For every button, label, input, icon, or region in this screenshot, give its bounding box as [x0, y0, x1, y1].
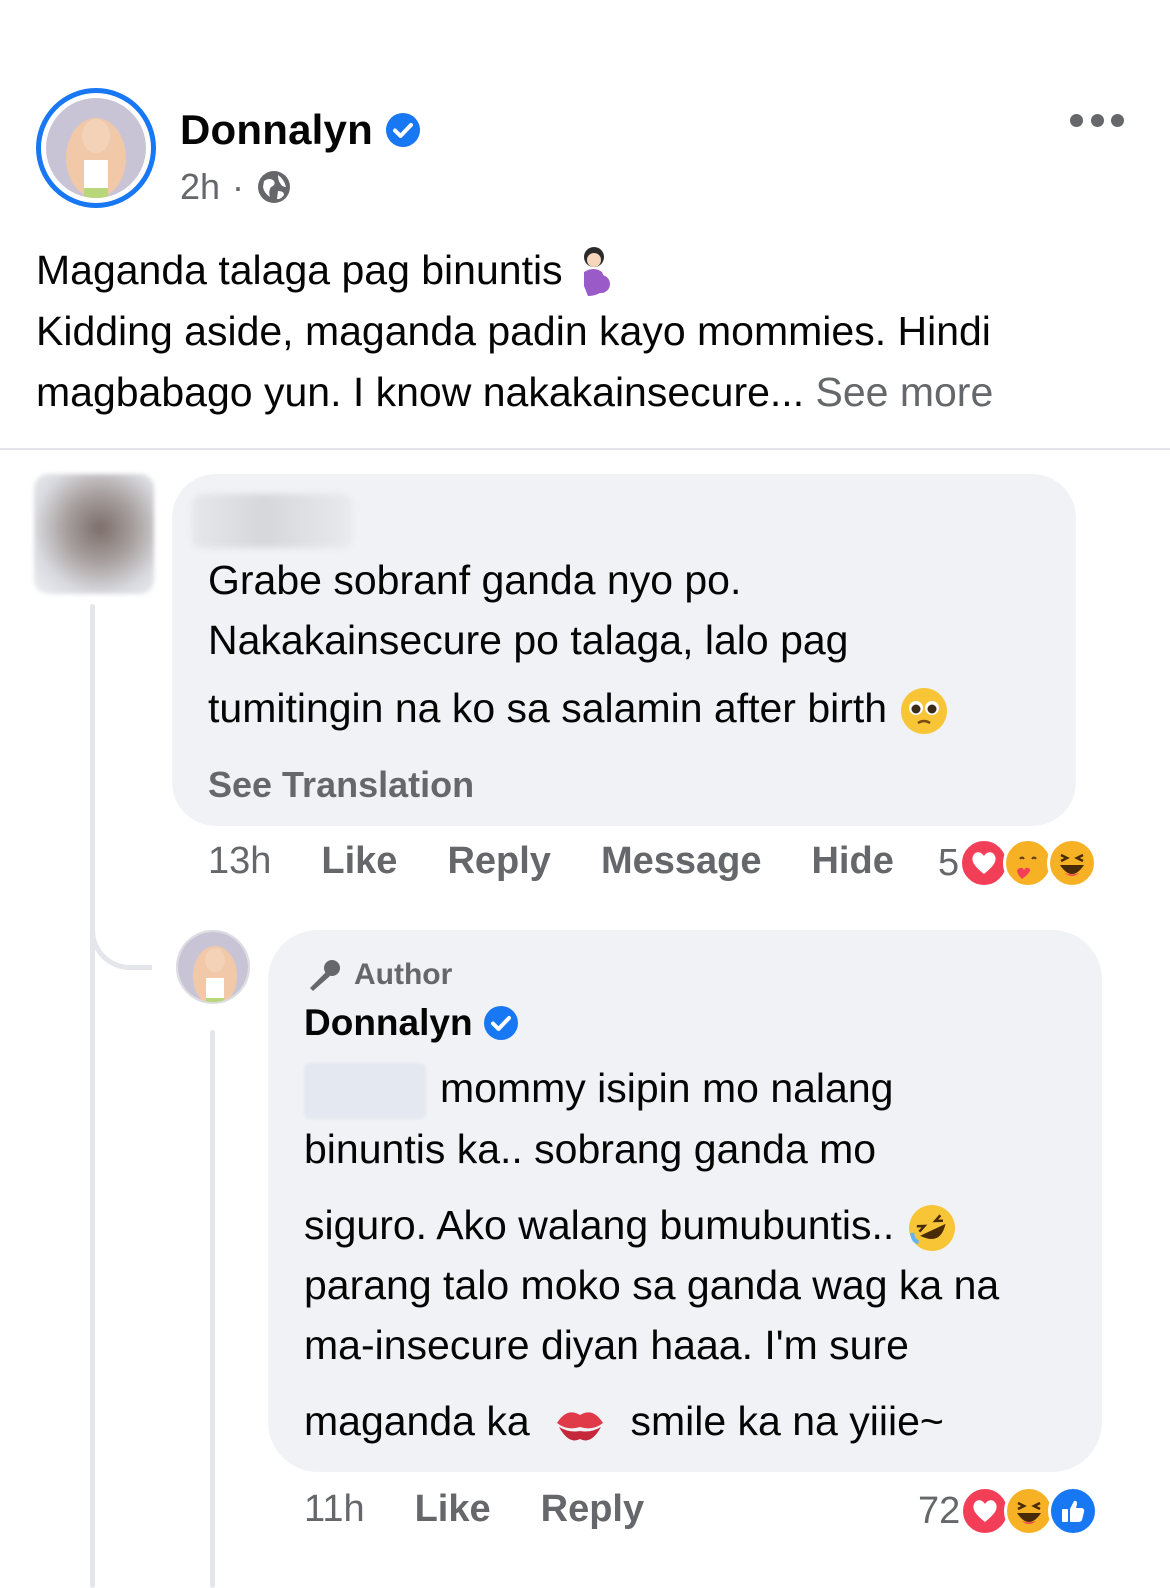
haha-reaction-icon: [1004, 1486, 1055, 1536]
meta-separator: ·: [232, 166, 245, 207]
reply-text: mommy isipin mo nalang binuntis ka.. sob…: [304, 1058, 999, 1451]
reply-text-line-2: binuntis ka.. sobrang ganda mo: [304, 1126, 877, 1173]
comment-reaction-count[interactable]: 5: [938, 842, 959, 885]
globe-icon: [258, 171, 291, 203]
reply-time[interactable]: 11h: [304, 1488, 365, 1531]
post-body: Maganda talaga pag binuntis Kidding asid…: [36, 240, 1136, 423]
comment-actions: 13h Like Reply Message Hide: [208, 840, 944, 883]
reply-author-name-text[interactable]: Donnalyn: [304, 1002, 473, 1044]
pleading-face-emoji-icon: [900, 688, 947, 735]
kiss-mark-emoji-icon: [557, 1412, 604, 1441]
microphone-icon: [310, 960, 340, 991]
commenter-avatar-blurred[interactable]: [34, 474, 154, 594]
author-badge-label: Author: [354, 958, 453, 991]
reply-author-name[interactable]: Donnalyn: [304, 1002, 519, 1044]
post-text-line-3-wrap: magbabago yun. I know nakakainsecure... …: [36, 362, 1136, 423]
comment-text-line-1: Grabe sobranf ganda nyo po.: [208, 557, 742, 603]
reply-like-button[interactable]: Like: [415, 1488, 491, 1531]
comment-like-button[interactable]: Like: [321, 840, 397, 883]
reply-reply-button[interactable]: Reply: [541, 1488, 644, 1531]
profile-photo: [46, 98, 146, 198]
reply-text-line-6a: maganda ka: [304, 1398, 530, 1445]
post-text-line: Maganda talaga pag binuntis: [36, 240, 1136, 301]
reply-text-line-6-wrap: maganda ka smile ka na yiiie~: [304, 1391, 999, 1451]
reply-actions: 11h Like Reply: [304, 1488, 694, 1531]
care-reaction-icon: [1003, 838, 1054, 888]
comment-reactions[interactable]: 5: [938, 838, 1098, 888]
thread-connector: [90, 900, 152, 970]
comment-message-button[interactable]: Message: [601, 840, 762, 883]
reply-reaction-count[interactable]: 72: [918, 1490, 960, 1533]
comment-reply-button[interactable]: Reply: [447, 840, 550, 883]
reply-text-line-6b: smile ka na yiiie~: [630, 1398, 944, 1445]
post-meta: 2h ·: [180, 166, 292, 208]
comment-text: Grabe sobranf ganda nyo po. Nakakainsecu…: [208, 550, 949, 738]
divider: [0, 448, 1170, 450]
reply-text-line-3: siguro. Ako walang bumubuntis..: [304, 1202, 895, 1249]
thread-line: [90, 604, 95, 1588]
reply-author-avatar[interactable]: [176, 930, 250, 1004]
verified-badge-icon: [483, 1006, 518, 1040]
reply-text-line-1-wrap: mommy isipin mo nalang: [304, 1058, 999, 1120]
verified-badge-icon: [385, 113, 420, 147]
comment-time[interactable]: 13h: [208, 840, 271, 883]
love-reaction-icon: [959, 838, 1010, 888]
more-options-icon[interactable]: [1070, 110, 1124, 130]
post-text-line-2: Kidding aside, maganda padin kayo mommie…: [36, 308, 991, 354]
reply-text-line-5: ma-insecure diyan haaa. I'm sure: [304, 1322, 909, 1369]
mention-blurred[interactable]: [304, 1063, 426, 1120]
author-name-text[interactable]: Donnalyn: [180, 106, 373, 154]
commenter-name-blurred[interactable]: [192, 494, 352, 548]
comment-text-line-2: Nakakainsecure po talaga, lalo pag: [208, 617, 849, 663]
post-time[interactable]: 2h: [180, 166, 220, 208]
like-reaction-icon: [1048, 1486, 1099, 1536]
reply-thread-line: [210, 1030, 215, 1588]
see-more-link[interactable]: See more: [816, 369, 994, 415]
profile-photo: [178, 932, 248, 1002]
reply-text-line-4: parang talo moko sa ganda wag ka na: [304, 1262, 1000, 1309]
rolling-laughing-emoji-icon: [908, 1205, 955, 1252]
pregnant-woman-emoji-icon: [583, 247, 610, 297]
haha-reaction-icon: [1047, 838, 1098, 888]
reply-text-line-3-wrap: siguro. Ako walang bumubuntis..: [304, 1195, 999, 1255]
author-badge: Author: [304, 958, 452, 992]
comment-text-line-3-wrap: tumitingin na ko sa salamin after birth: [208, 678, 949, 738]
comment-text-line-3: tumitingin na ko sa salamin after birth: [208, 685, 888, 731]
post-text-line-1: Maganda talaga pag binuntis: [36, 247, 563, 293]
reply-text-line-1: mommy isipin mo nalang: [440, 1065, 894, 1111]
comment-hide-button[interactable]: Hide: [811, 840, 893, 883]
post-author-name[interactable]: Donnalyn: [180, 106, 421, 154]
see-translation-link[interactable]: See Translation: [208, 764, 474, 806]
post-text-line-3: magbabago yun. I know nakakainsecure...: [36, 369, 805, 415]
reply-reactions[interactable]: 72: [918, 1486, 1099, 1536]
post-author-avatar[interactable]: [36, 88, 156, 208]
love-reaction-icon: [960, 1486, 1011, 1536]
